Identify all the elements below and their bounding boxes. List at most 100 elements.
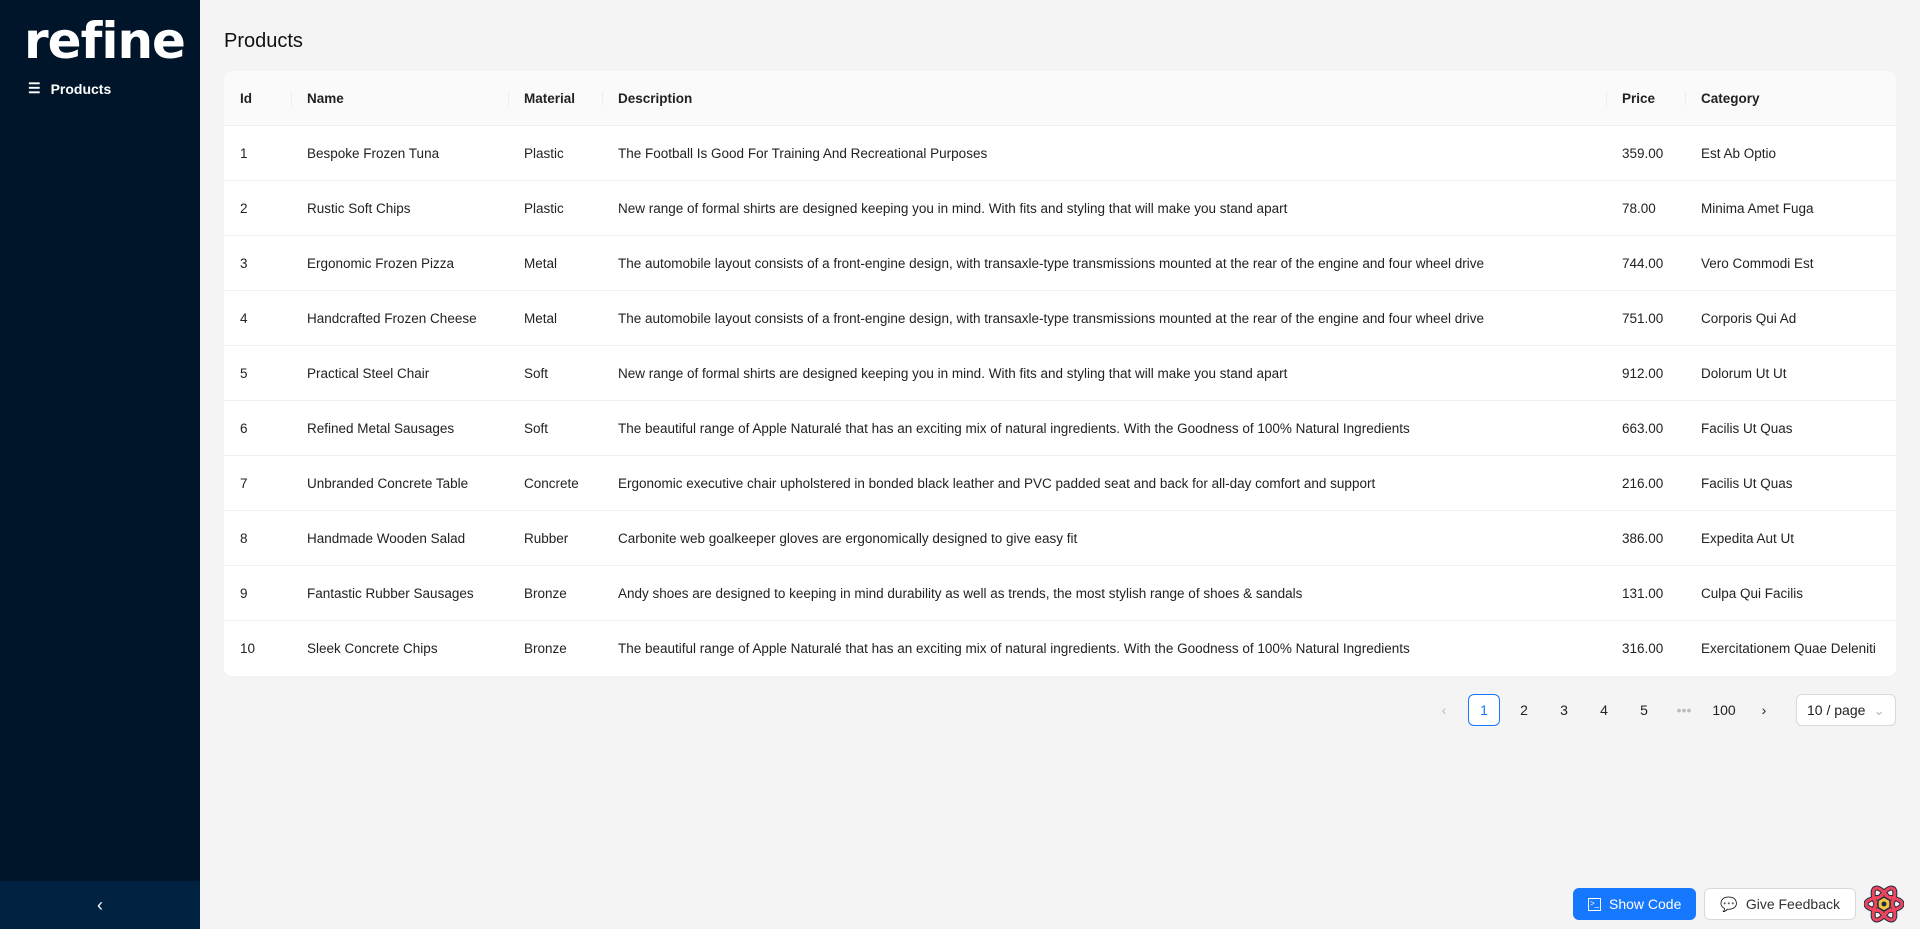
page-5-button[interactable]: 5 [1628,694,1660,726]
cell-name: Sleek Concrete Chips [307,641,438,656]
cell-id: 9 [240,585,248,601]
cell-category: Minima Amet Fuga [1701,200,1814,216]
cell-name: Refined Metal Sausages [307,420,455,436]
table-row[interactable]: 6 Refined Metal Sausages Soft The beautiful… [224,401,1896,456]
cell-name: Handmade Wooden Salad [307,530,466,546]
table-row[interactable]: 10 Sleek Concrete Chips Bronze The beautifu… [224,621,1896,676]
cell-price: 386.00 [1622,530,1664,546]
cell-name: Unbranded Concrete Table [307,475,469,491]
cell-description: The beautiful range of Apple Naturalé th… [618,641,1410,656]
cell-id: 7 [240,475,248,491]
refine-logo[interactable]: refine [24,12,186,70]
cell-category: Corporis Qui Ad [1701,310,1797,326]
chevron-left-icon: ‹ [97,894,103,915]
cell-price: 663.00 [1622,420,1664,436]
cell-name: Practical Steel Chair [307,365,430,381]
page-2-button[interactable]: 2 [1508,694,1540,726]
cell-id: 8 [240,530,248,546]
table-row[interactable]: 9 Fantastic Rubber Sausages Bronze Andy sho… [224,566,1896,621]
column-header-price[interactable]: Price [1606,90,1685,106]
sidebar-item-products[interactable]: ☰ Products [28,80,111,97]
cell-description: The automobile layout consists of a fron… [618,310,1484,326]
cell-price: 751.00 [1622,310,1664,326]
cell-material: Plastic [524,145,564,161]
cell-material: Soft [524,365,549,381]
unordered-list-icon: ☰ [28,80,41,96]
devtools-atom-icon[interactable] [1864,884,1904,924]
cell-id: 1 [240,145,248,161]
cell-name: Bespoke Frozen Tuna [307,145,440,161]
cell-category: Culpa Qui Facilis [1701,585,1804,601]
cell-id: 4 [240,310,248,326]
cell-price: 912.00 [1622,365,1664,381]
cell-id: 3 [240,255,248,271]
products-table: Id Name Material Description Price Categ… [224,71,1896,676]
cell-id: 5 [240,365,248,381]
cell-material: Bronze [524,585,567,601]
cell-category: Exercitationem Quae Deleniti [1701,641,1876,656]
table-row[interactable]: 1 Bespoke Frozen Tuna Plastic The Football … [224,126,1896,181]
page-1-button[interactable]: 1 [1468,694,1500,726]
page-size-select[interactable]: 10 / page ⌄ [1796,694,1896,726]
page-title: Products [224,30,303,52]
cell-category: Dolorum Ut Ut [1701,365,1787,381]
table-header: Id Name Material Description Price Categ… [224,71,1896,126]
page-4-button[interactable]: 4 [1588,694,1620,726]
cell-name: Ergonomic Frozen Pizza [307,255,455,271]
cell-id: 10 [240,641,256,656]
prev-page-button[interactable]: ‹ [1428,694,1460,726]
jump-next-ellipsis[interactable]: ••• [1668,694,1700,726]
cell-price: 359.00 [1622,145,1664,161]
column-header-description[interactable]: Description [602,90,1606,106]
page-3-button[interactable]: 3 [1548,694,1580,726]
cell-category: Facilis Ut Quas [1701,475,1793,491]
cell-material: Metal [524,255,558,271]
cell-material: Plastic [524,200,564,216]
cell-material: Concrete [524,475,579,491]
chevron-down-icon: ⌄ [1873,701,1885,718]
cell-category: Facilis Ut Quas [1701,420,1793,436]
sidebar-item-label: Products [50,80,112,97]
cell-category: Expedita Aut Ut [1701,530,1795,546]
cell-id: 6 [240,420,248,436]
cell-category: Est Ab Optio [1701,145,1777,161]
sidebar: refine ☰ Products ‹ [0,0,200,929]
cell-description: Carbonite web goalkeeper gloves are ergo… [618,530,1078,546]
cell-description: The Football Is Good For Training And Re… [618,145,988,161]
column-header-category[interactable]: Category [1685,90,1896,106]
column-header-id[interactable]: Id [224,91,291,106]
cell-material: Bronze [524,641,567,656]
table-row[interactable]: 8 Handmade Wooden Salad Rubber Carbonite we… [224,511,1896,566]
terminal-icon: >_ [1588,897,1601,911]
table-row[interactable]: 5 Practical Steel Chair Soft New range of f… [224,346,1896,401]
table-row[interactable]: 4 Handcrafted Frozen Cheese Metal The autom… [224,291,1896,346]
show-code-button[interactable]: >_ Show Code [1573,888,1697,920]
cell-description: The automobile layout consists of a fron… [618,255,1484,271]
cell-price: 216.00 [1622,475,1664,491]
cell-description: New range of formal shirts are designed … [618,200,1288,216]
sidebar-collapse-button[interactable]: ‹ [0,881,200,929]
column-header-material[interactable]: Material [508,90,602,106]
cell-material: Metal [524,310,558,326]
give-feedback-label: Give Feedback [1745,896,1840,912]
message-icon: 💬 [1720,895,1738,912]
next-page-button[interactable]: › [1748,694,1780,726]
page-100-button[interactable]: 100 [1708,694,1740,726]
give-feedback-button[interactable]: 💬 Give Feedback [1704,888,1856,920]
cell-price: 78.00 [1622,200,1656,216]
cell-name: Rustic Soft Chips [307,200,411,216]
cell-description: New range of formal shirts are designed … [618,365,1288,381]
cell-price: 744.00 [1622,255,1664,271]
table-row[interactable]: 7 Unbranded Concrete Table Concrete Ergonom… [224,456,1896,511]
cell-category: Vero Commodi Est [1701,255,1814,271]
table-row[interactable]: 3 Ergonomic Frozen Pizza Metal The automobi… [224,236,1896,291]
cell-price: 131.00 [1622,585,1664,601]
cell-name: Handcrafted Frozen Cheese [307,310,477,326]
column-header-name[interactable]: Name [291,90,508,106]
pagination: ‹ 1 2 3 4 5 ••• 100 › 10 / page ⌄ [1428,694,1896,726]
cell-price: 316.00 [1622,641,1664,656]
table-row[interactable]: 2 Rustic Soft Chips Plastic New range of fo… [224,181,1896,236]
cell-id: 2 [240,200,248,216]
cell-description: The beautiful range of Apple Naturalé th… [618,420,1410,436]
cell-description: Andy shoes are designed to keeping in mi… [618,585,1303,601]
